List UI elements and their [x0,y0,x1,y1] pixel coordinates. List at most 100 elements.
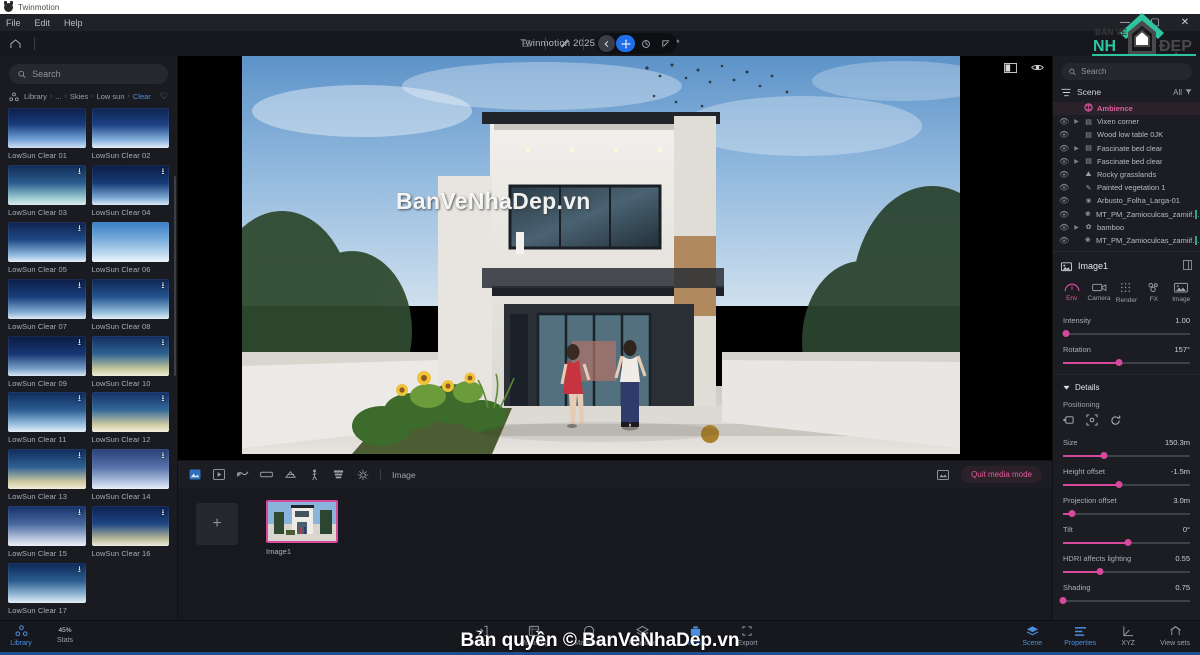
slider-knob[interactable] [1062,330,1070,338]
library-item[interactable]: ⭳ LowSun Clear 03 [8,164,86,218]
scene-tree-row[interactable]: 👁 ❀ MT_PM_Zamioculcas_zamiifoli… [1053,208,1200,221]
phasing-icon[interactable] [284,468,297,481]
slider-knob[interactable] [1059,597,1067,605]
eyedropper-icon[interactable] [558,37,571,50]
property-slider[interactable]: Tilt 0° [1063,525,1190,547]
slider-track-area[interactable] [1062,329,1190,338]
bottom-xyz-button[interactable]: XYZ [1115,624,1141,647]
property-slider[interactable]: Intensity 1.00 [1062,316,1190,338]
bottom-import-button[interactable]: Import [468,624,494,647]
eye-icon[interactable]: 👁 [1059,236,1069,245]
expand-arrow-icon[interactable]: ▶ [1073,224,1080,231]
slider-track-area[interactable] [1063,509,1190,518]
scene-tree-row[interactable]: Ambience [1053,102,1200,116]
scene-tree-row[interactable]: 👁 ❀ Arbusto_Folha_Larga-01 [1053,194,1200,207]
download-icon[interactable]: ⭳ [75,393,85,403]
panel-toggle-icon[interactable] [1004,62,1017,73]
slider-track-area[interactable] [1063,538,1190,547]
download-icon[interactable]: ⭳ [158,337,168,347]
scene-tree-row[interactable]: 👁 ▶ ✿ bamboo [1053,221,1200,234]
panorama-media-icon[interactable] [236,468,249,481]
tab-image[interactable]: Image [1168,282,1195,304]
image-media-icon[interactable] [188,468,201,481]
eye-icon[interactable]: 👁 [1059,210,1069,219]
slider-track-area[interactable] [1063,480,1190,489]
bottom-export-button[interactable]: Export [734,624,760,647]
3d-viewport[interactable]: BanVeNhaDep.vn [178,56,1052,460]
library-item[interactable]: ⭳ LowSun Clear 15 [8,506,86,559]
library-thumbnail[interactable] [91,221,169,262]
scene-tree-row[interactable]: 👁 ▤ Wood low table 0JK [1053,128,1200,141]
gizmo-scale-button[interactable] [656,35,675,52]
reset-rotation-icon[interactable] [1109,414,1121,426]
scene-tree-row[interactable]: 👁 ▶ ▤ Vixen corner [1053,115,1200,128]
move-projection-icon[interactable] [1063,414,1075,426]
property-slider[interactable]: Height offset -1.5m [1063,467,1190,489]
eye-icon[interactable]: 👁 [1059,183,1069,192]
slider-knob[interactable] [1115,481,1123,489]
download-icon[interactable]: ⭳ [75,564,85,574]
property-slider[interactable]: Size 150.3m [1063,438,1190,460]
presentation-icon[interactable] [260,468,273,481]
walkthrough-icon[interactable] [308,468,321,481]
expand-arrow-icon[interactable]: ▶ [1073,145,1080,152]
eye-icon[interactable]: 👁 [1059,196,1069,205]
tab-camera[interactable]: Camera [1086,282,1113,304]
menu-help[interactable]: Help [64,18,83,28]
scene-tree-row[interactable]: 👁 ⛰ Rocky grasslands [1053,168,1200,181]
breadcrumb-lowsun[interactable]: Low sun [97,92,125,101]
library-item[interactable]: ⭳ LowSun Clear 14 [91,449,169,502]
library-item[interactable]: ⭳ LowSun Clear 07 [8,278,86,332]
heart-icon[interactable]: ♡ [160,91,168,102]
library-item[interactable]: ⭳ LowSun Clear 08 [91,278,169,332]
library-item[interactable]: ⭳ LowSun Clear 16 [91,506,169,559]
download-icon[interactable]: ⭳ [75,450,85,460]
download-icon[interactable]: ⭳ [75,280,85,290]
property-slider[interactable]: Rotation 157° [1063,345,1190,367]
slider-track-area[interactable] [1063,567,1190,576]
scene-search-input[interactable] [1081,67,1184,76]
library-item[interactable]: ⭳ LowSun Clear 04 [91,164,169,218]
gizmo-rotate-button[interactable] [636,35,655,52]
expand-arrow-icon[interactable]: ▶ [1073,118,1080,125]
details-section-header[interactable]: Details [1053,374,1200,396]
bim-icon[interactable] [332,468,345,481]
library-item[interactable]: LowSun Clear 06 [91,221,169,275]
property-slider[interactable]: Shading 0.75 [1059,583,1190,605]
eye-icon[interactable]: 👁 [1059,144,1069,153]
gizmo-back-button[interactable] [598,35,615,52]
bottom-stats-button[interactable]: 45% Stats [52,624,78,647]
eye-icon[interactable] [1031,62,1044,73]
bottom-media-button[interactable]: Media [682,624,708,647]
breadcrumb-skies[interactable]: Skies [70,92,88,101]
expand-arrow-icon[interactable]: ▶ [1073,158,1080,165]
quit-media-mode-button[interactable]: Quit media mode [961,466,1042,483]
media-thumbnail[interactable] [266,500,338,543]
library-item[interactable]: ⭳ LowSun Clear 10 [91,335,169,389]
eye-icon[interactable]: 👁 [1059,223,1069,232]
slider-knob[interactable] [1100,452,1108,460]
home-icon[interactable] [0,31,30,56]
slider-knob[interactable] [1096,568,1104,576]
eye-icon[interactable]: 👁 [1059,170,1069,179]
library-item[interactable]: ⭳ LowSun Clear 11 [8,392,86,445]
download-icon[interactable]: ⭳ [75,166,85,176]
slider-track-area[interactable] [1063,451,1190,460]
scene-search[interactable] [1061,63,1192,80]
download-icon[interactable]: ⭳ [158,393,168,403]
bottom-properties-button[interactable]: Properties [1064,624,1096,647]
scene-tree-row[interactable]: 👁 ▶ ▤ Fascinate bed clear [1053,142,1200,155]
library-thumbnail[interactable] [91,108,169,148]
slider-track-area[interactable] [1059,596,1190,605]
library-item[interactable]: ⭳ LowSun Clear 05 [8,221,86,275]
library-item[interactable]: LowSun Clear 01 [8,108,86,161]
media-item[interactable]: Image1 [266,500,338,556]
slider-knob[interactable] [1068,510,1076,518]
tab-render[interactable]: Render [1113,282,1140,304]
breadcrumb-clear[interactable]: Clear [133,92,151,101]
bottom-scene-button[interactable]: Scene [1019,624,1045,647]
library-search-input[interactable] [32,69,159,79]
library-item[interactable]: ⭳ LowSun Clear 17 [8,563,86,616]
library-scrollbar[interactable] [174,176,176,376]
scene-filter[interactable]: All [1173,88,1192,97]
